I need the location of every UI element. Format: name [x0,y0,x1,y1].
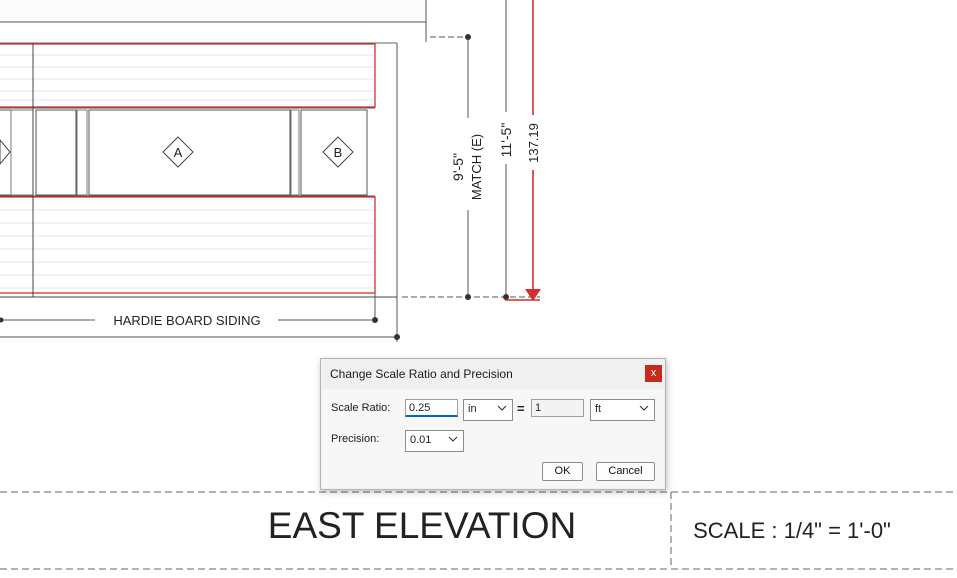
precision-value: 0.01 [410,434,432,446]
scale-unit-select[interactable]: in [463,399,513,421]
chevron-down-icon [497,405,507,411]
target-value-input[interactable] [531,399,584,417]
ok-button[interactable]: OK [542,462,583,481]
elevation-drawing: A B HARDIE BOARD SIDING 9'-5" MATCH (E) … [0,0,957,570]
chevron-down-icon [639,405,649,411]
title-block: EAST ELEVATION SCALE : 1/4" = 1'-0" [0,491,957,570]
target-unit-value: ft [595,403,602,415]
material-label: HARDIE BOARD SIDING [113,313,260,328]
scale-unit-value: in [468,403,477,415]
dialog-title: Change Scale Ratio and Precision [330,367,513,381]
chevron-down-icon [448,436,458,442]
cancel-button[interactable]: Cancel [596,462,655,481]
close-button[interactable]: x [645,365,662,382]
tag-a-label: A [174,145,183,160]
lower-siding-panel [0,196,376,294]
target-unit-select[interactable]: ft [590,399,655,421]
dim-measure: 137.19 [526,123,541,163]
right-dimensions: 9'-5" MATCH (E) 11'-5" 137.19 [402,0,543,301]
scale-ratio-label: Scale Ratio: [331,402,391,414]
change-scale-dialog: Change Scale Ratio and Precision x Scale… [320,358,666,490]
window-band: A B [0,107,375,197]
upper-siding-panel [0,43,376,108]
precision-select[interactable]: 0.01 [405,430,464,452]
view-title: EAST ELEVATION [268,505,576,546]
roof-band [0,0,427,23]
equals-sign: = [517,401,525,416]
view-scale: SCALE : 1/4" = 1'-0" [693,518,891,543]
dialog-body: Scale Ratio: in = ft Precision: 0.01 OK … [322,389,664,488]
scale-value-input[interactable] [405,399,458,417]
bottom-dimension: HARDIE BOARD SIDING [0,293,400,342]
tag-b-label: B [334,145,343,160]
dim-overall: 11'-5" [498,123,514,158]
dim-match-note: MATCH (E) [469,134,484,200]
precision-label: Precision: [331,433,380,445]
dim-match-value: 9'-5" [450,153,466,181]
